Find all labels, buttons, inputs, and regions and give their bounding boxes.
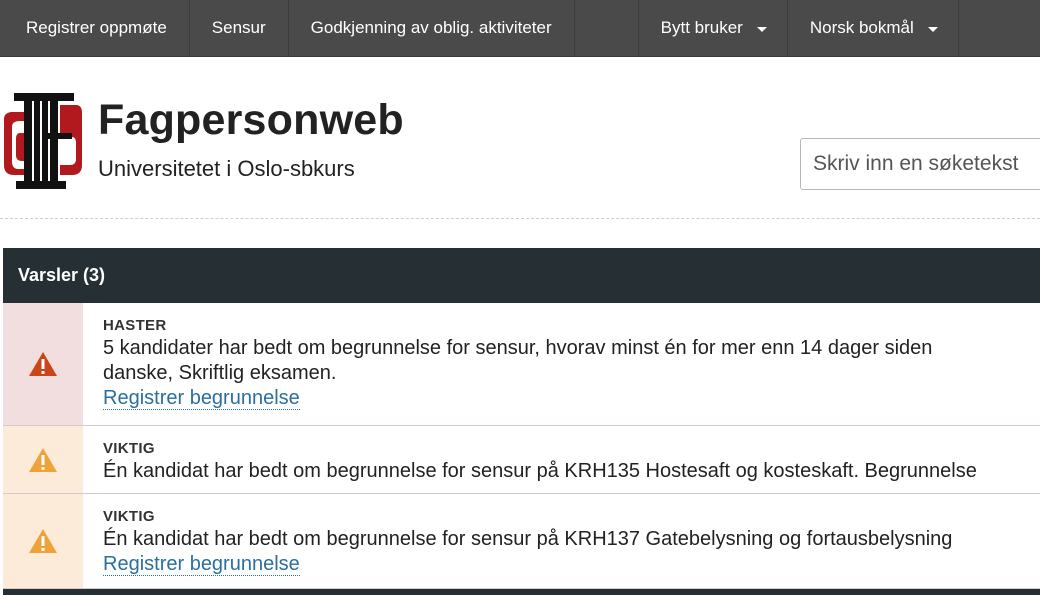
warning-triangle-icon	[29, 529, 57, 553]
alerts-heading: Varsler (3)	[3, 248, 1040, 303]
warning-triangle-icon	[29, 447, 57, 472]
switch-user-label: Bytt bruker	[660, 18, 743, 37]
fs-logo-icon[interactable]	[2, 93, 84, 189]
alert-icon-cell	[3, 303, 83, 425]
alert-level: VIKTIG	[103, 508, 155, 525]
chevron-down-icon	[756, 26, 767, 32]
alert-item-important: VIKTIG Én kandidat har bedt om begrunnel…	[3, 426, 1040, 494]
search-input[interactable]	[800, 138, 1040, 190]
alert-level: VIKTIG	[103, 440, 155, 457]
alert-icon-cell	[3, 426, 83, 493]
nav-language-dropdown[interactable]: Norsk bokmål	[788, 0, 959, 56]
alerts-panel-footer	[3, 589, 1040, 595]
alerts-panel: Varsler (3) HASTER 5 kandidater har bedt…	[3, 248, 1040, 595]
nav-approval[interactable]: Godkjenning av oblig. aktiviteter	[289, 0, 575, 56]
alert-icon-cell	[3, 494, 83, 588]
alert-item-important: VIKTIG Én kandidat har bedt om begrunnel…	[3, 494, 1040, 589]
app-title: Fagpersonweb	[98, 96, 404, 144]
alert-body: HASTER 5 kandidater har bedt om begrunne…	[83, 303, 1040, 425]
top-navigation: Registrer oppmøte Sensur Godkjenning av …	[0, 0, 1040, 57]
alert-item-urgent: HASTER 5 kandidater har bedt om begrunne…	[3, 303, 1040, 426]
alert-level: HASTER	[103, 317, 167, 334]
alert-body: VIKTIG Én kandidat har bedt om begrunnel…	[83, 494, 1040, 588]
nav-grading[interactable]: Sensur	[190, 0, 289, 56]
register-justification-link[interactable]: Registrer begrunnelse	[103, 387, 300, 410]
nav-switch-user-dropdown[interactable]: Bytt bruker	[639, 0, 788, 56]
register-justification-link[interactable]: Registrer begrunnelse	[103, 553, 300, 576]
alert-message: Én kandidat har bedt om begrunnelse for …	[103, 528, 953, 550]
alert-body: VIKTIG Én kandidat har bedt om begrunnel…	[83, 426, 1040, 493]
alert-message: 5 kandidater har bedt om begrunnelse for…	[103, 337, 933, 359]
alert-message: Én kandidat har bedt om begrunnelse for …	[103, 460, 977, 482]
language-label: Norsk bokmål	[809, 18, 914, 37]
chevron-down-icon	[927, 26, 938, 32]
alert-message-continued: danske, Skriftlig eksamen.	[103, 362, 337, 384]
warning-triangle-icon	[29, 352, 57, 376]
nav-spacer	[575, 0, 639, 56]
institution-name: Universitetet i Oslo-sbkurs	[98, 156, 355, 181]
header-divider	[0, 218, 1040, 219]
nav-register-attendance[interactable]: Registrer oppmøte	[0, 0, 190, 56]
